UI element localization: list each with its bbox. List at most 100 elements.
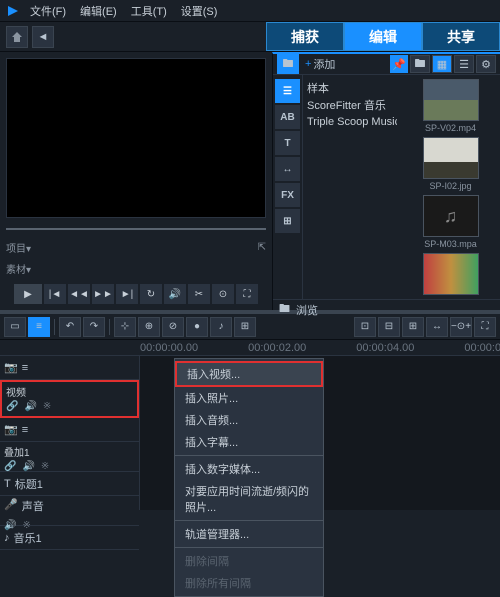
preview-viewport[interactable] [6, 58, 266, 218]
menu-insert-subtitle[interactable]: 插入字幕... [175, 431, 323, 453]
track-label: 视频 [6, 384, 133, 399]
timeline-view-icon[interactable]: ≡ [28, 317, 50, 337]
record-icon[interactable]: ● [186, 317, 208, 337]
ruler-tick: 00:00:04.00 [356, 342, 414, 354]
tab-share[interactable]: 共享 [422, 22, 500, 51]
menu-file[interactable]: 文件(F) [24, 1, 72, 21]
ruler-tick: 00:00:06.00 [464, 342, 500, 354]
track-video-header[interactable]: 视频 🔗 🔊 ※ [0, 380, 139, 418]
menu-insert-timelapse[interactable]: 对要应用时间流逝/频闪的照片... [175, 480, 323, 518]
redo-icon[interactable]: ↷ [83, 317, 105, 337]
link-icon[interactable]: 🔗 [6, 401, 18, 412]
thumb-item[interactable]: ♫ SP-M03.mpa [405, 195, 496, 249]
rewind-button[interactable]: ◄◄ [68, 284, 90, 304]
menu-edit[interactable]: 编辑(E) [74, 1, 123, 21]
undo-icon[interactable]: ↶ [59, 317, 81, 337]
menu-insert-video[interactable]: 插入视频... [175, 361, 323, 387]
mute-icon[interactable]: 🔊 [24, 401, 36, 412]
thumb-image [423, 79, 479, 121]
tree-item[interactable]: ScoreFitter 音乐 [307, 98, 397, 115]
back-icon[interactable]: ◄ [32, 26, 54, 48]
timeline-toolbar: ▭ ≡ ↶ ↷ ⊹ ⊕ ⊘ ● ♪ ⊞ ⊡ ⊟ ⊞ ↔ −⊙+ ⛶ [0, 314, 500, 340]
tab-capture[interactable]: 捕获 [266, 22, 344, 51]
menu-tools[interactable]: 工具(T) [125, 1, 173, 21]
tool-btn[interactable]: ⊹ [114, 317, 136, 337]
thumb-label: SP-I02.jpg [429, 181, 471, 191]
pin-icon[interactable]: 📌 [390, 55, 408, 73]
forward-button[interactable]: ►► [92, 284, 114, 304]
track-label: 音乐1 [14, 530, 42, 546]
list-view-icon[interactable]: ☰ [454, 55, 474, 73]
media-tab-transition[interactable]: AB [275, 105, 300, 129]
track-control[interactable]: 📷≡ [0, 356, 139, 380]
thumb-label: SP-M03.mpa [424, 239, 477, 249]
tool-btn[interactable]: ⊞ [234, 317, 256, 337]
menu-insert-audio[interactable]: 插入音频... [175, 409, 323, 431]
popout-icon[interactable]: ⇱ [258, 242, 266, 253]
browse-label[interactable]: 浏览 [296, 302, 318, 318]
volume-icon[interactable]: 🔊 [164, 284, 186, 304]
fit-icon[interactable]: ↔ [426, 317, 448, 337]
folder-small-icon[interactable]: 🖿 [279, 300, 290, 319]
media-tab-library[interactable]: ☰ [275, 79, 300, 103]
menu-settings[interactable]: 设置(S) [175, 1, 224, 21]
snapshot-icon[interactable]: ⊙ [212, 284, 234, 304]
sort-icon[interactable]: ⚙ [476, 55, 496, 73]
fx-icon[interactable]: ※ [43, 401, 51, 412]
track-label: 叠加1 [4, 444, 135, 459]
tool-btn[interactable]: ♪ [210, 317, 232, 337]
music-track-icon: ♪ [4, 532, 10, 544]
ruler-tick: 00:00:02.00 [248, 342, 306, 354]
preview-panel: 项目▾ ⇱ 素材▾ ▶ |◄ ◄◄ ►► ►| ↻ 🔊 ✂ ⊙ ⛶ [0, 52, 272, 310]
track-voice-header[interactable]: 🎤声音 🔊※ [0, 496, 139, 526]
media-tab-fx[interactable]: FX [275, 183, 300, 207]
add-media-label[interactable]: 添加 [313, 56, 335, 72]
tool-btn[interactable]: ⊘ [162, 317, 184, 337]
fullscreen-icon[interactable]: ⛶ [236, 284, 258, 304]
tab-edit[interactable]: 编辑 [344, 22, 422, 51]
thumb-item[interactable] [405, 253, 496, 295]
menu-insert-digital[interactable]: 插入数字媒体... [175, 458, 323, 480]
media-tab-template[interactable]: ⊞ [275, 209, 300, 233]
timeline-ruler[interactable]: 00:00:00.00 00:00:02.00 00:00:04.00 00:0… [0, 340, 500, 356]
tool-btn[interactable]: ⊕ [138, 317, 160, 337]
track-overlay-header[interactable]: 叠加1 🔗🔊※ [0, 442, 139, 472]
tree-item[interactable]: 样本 [307, 81, 397, 98]
storyboard-view-icon[interactable]: ▭ [4, 317, 26, 337]
media-panel: 🖿 + 添加 📌 🖿 ▦ ☰ ⚙ ☰ AB T ↔ FX ⊞ 样本 ScoreF… [272, 52, 500, 310]
media-tab-title[interactable]: T [275, 131, 300, 155]
app-logo-icon [4, 2, 22, 20]
library-tab-icon[interactable]: 🖿 [277, 54, 299, 74]
next-frame-button[interactable]: ►| [116, 284, 138, 304]
grid-view-icon[interactable]: ▦ [432, 55, 452, 73]
menu-track-manager[interactable]: 轨道管理器... [175, 523, 323, 545]
track-music-header[interactable]: ♪ 音乐1 [0, 526, 139, 550]
fullscreen-tl-icon[interactable]: ⛶ [474, 317, 496, 337]
tree-item[interactable]: Triple Scoop Music [307, 114, 397, 131]
play-button[interactable]: ▶ [14, 284, 42, 304]
media-thumbnails: SP-V02.mp4 SP-I02.jpg ♫ SP-M03.mpa [401, 75, 500, 299]
thumb-item[interactable]: SP-V02.mp4 [405, 79, 496, 133]
thumb-label: SP-V02.mp4 [425, 123, 476, 133]
prev-frame-button[interactable]: |◄ [44, 284, 66, 304]
home-icon[interactable] [6, 26, 28, 48]
thumb-item[interactable]: SP-I02.jpg [405, 137, 496, 191]
text-icon: T [4, 478, 11, 490]
menu-insert-photo[interactable]: 插入照片... [175, 387, 323, 409]
zoom-tool-icon[interactable]: ⊟ [378, 317, 400, 337]
context-menu: 插入视频... 插入照片... 插入音频... 插入字幕... 插入数字媒体..… [174, 358, 324, 597]
thumb-image [423, 253, 479, 295]
track-title-header[interactable]: T标题1 [0, 472, 139, 496]
media-tab-motion[interactable]: ↔ [275, 157, 300, 181]
folder-icon[interactable]: 🖿 [410, 55, 430, 73]
clip-selector[interactable]: 素材▾ [6, 261, 31, 276]
track-control[interactable]: 📷≡ [0, 418, 139, 442]
loop-button[interactable]: ↻ [140, 284, 162, 304]
menu-delete-gap: 删除间隔 [175, 550, 323, 572]
split-icon[interactable]: ✂ [188, 284, 210, 304]
zoom-tool-icon[interactable]: ⊡ [354, 317, 376, 337]
zoom-tool-icon[interactable]: ⊞ [402, 317, 424, 337]
scrub-bar[interactable] [6, 224, 266, 234]
settings-icon[interactable]: −⊙+ [450, 317, 472, 337]
project-selector[interactable]: 项目▾ [6, 240, 31, 255]
